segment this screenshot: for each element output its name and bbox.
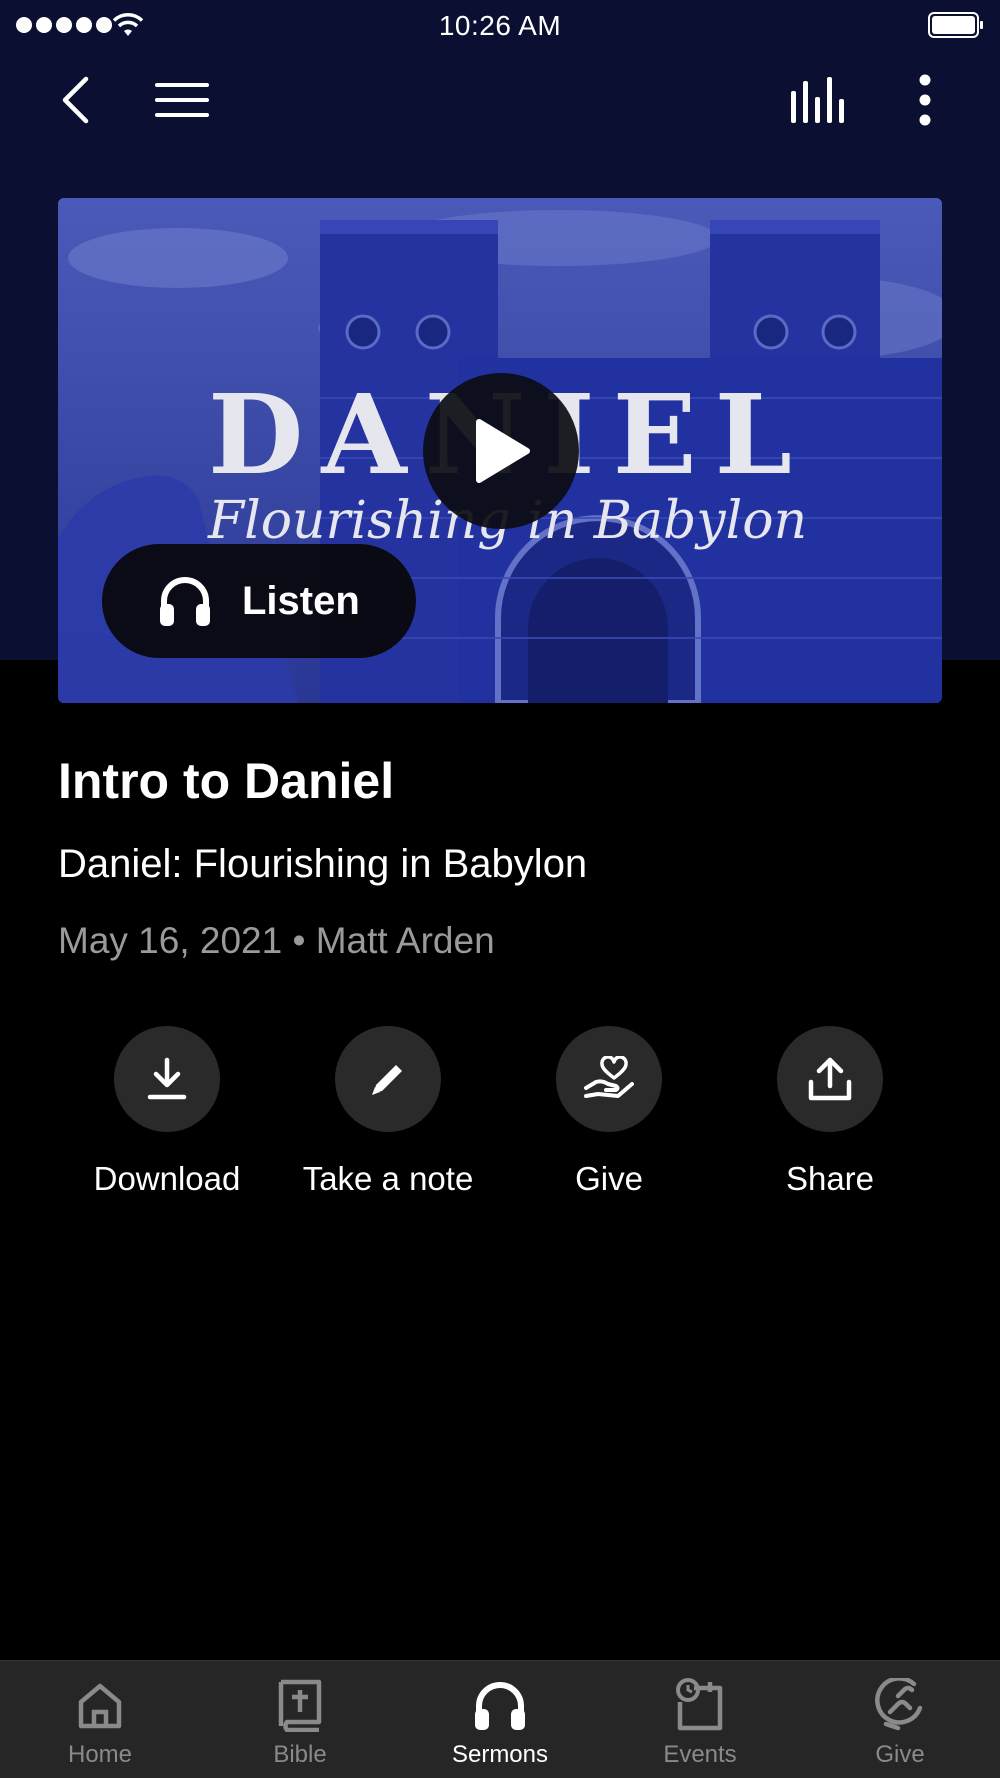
share-circle[interactable] xyxy=(777,1026,883,1132)
tab-events[interactable]: Events xyxy=(600,1661,800,1778)
vertical-dots-icon xyxy=(919,74,931,126)
action-row: Download Take a note Give Share xyxy=(0,1026,1000,1206)
series-name: Daniel: Flourishing in Babylon xyxy=(58,842,588,886)
give-circle[interactable] xyxy=(556,1026,662,1132)
bottom-tab-bar: Home Bible Sermons Events Give xyxy=(0,1660,1000,1778)
take-note-label: Take a note xyxy=(302,1160,474,1197)
battery-icon xyxy=(928,12,983,38)
give-icon xyxy=(870,1675,930,1735)
headphones-icon xyxy=(160,577,210,626)
pencil-icon xyxy=(372,1065,402,1095)
tab-sermons[interactable]: Sermons xyxy=(400,1661,600,1778)
download-button[interactable]: Download xyxy=(57,1026,277,1198)
take-note-button[interactable]: Take a note xyxy=(278,1026,498,1198)
headphones-icon xyxy=(470,1675,530,1735)
sermon-artwork[interactable]: DANIEL Flourishing in Babylon Listen xyxy=(58,198,942,703)
bible-icon xyxy=(270,1675,330,1735)
give-label: Give xyxy=(575,1160,643,1197)
heart-hand-icon xyxy=(584,1056,634,1098)
sermon-detail-screen: 10:26 AM Flourishing in Babylon Listen I… xyxy=(0,0,1000,1778)
status-time: 10:26 AM xyxy=(438,10,562,41)
listen-label: Listen xyxy=(242,578,360,623)
date-speaker: May 16, 2021 • Matt Arden xyxy=(58,920,495,961)
tab-bible-label: Bible xyxy=(273,1741,327,1768)
status-bar: 10:26 AM xyxy=(0,0,1000,52)
more-options-button[interactable] xyxy=(900,70,950,130)
back-button[interactable] xyxy=(50,70,100,130)
share-button[interactable]: Share xyxy=(720,1026,940,1198)
listen-button[interactable]: Listen xyxy=(102,544,416,658)
sermon-title: Intro to Daniel xyxy=(58,753,395,809)
play-video-button[interactable] xyxy=(423,373,579,529)
tab-give-label: Give xyxy=(875,1741,925,1768)
menu-button[interactable] xyxy=(150,70,214,130)
download-icon xyxy=(147,1057,187,1100)
hamburger-menu-icon xyxy=(155,83,209,117)
share-label: Share xyxy=(785,1160,875,1197)
tab-home[interactable]: Home xyxy=(0,1661,200,1778)
play-icon xyxy=(476,419,530,483)
tab-give[interactable]: Give xyxy=(800,1661,1000,1778)
share-icon xyxy=(808,1057,852,1101)
audio-player-button[interactable] xyxy=(785,70,851,130)
give-button[interactable]: Give xyxy=(499,1026,719,1198)
audio-bars-icon xyxy=(791,77,844,123)
home-icon xyxy=(70,1675,130,1735)
tab-events-label: Events xyxy=(663,1741,737,1768)
take-note-circle[interactable] xyxy=(335,1026,441,1132)
navigation-bar xyxy=(0,60,1000,140)
download-label: Download xyxy=(93,1160,241,1197)
tab-home-label: Home xyxy=(67,1741,133,1768)
tab-sermons-label: Sermons xyxy=(451,1741,549,1768)
calendar-clock-icon xyxy=(670,1675,730,1735)
download-circle[interactable] xyxy=(114,1026,220,1132)
chevron-left-icon xyxy=(62,76,89,124)
tab-bible[interactable]: Bible xyxy=(200,1661,400,1778)
